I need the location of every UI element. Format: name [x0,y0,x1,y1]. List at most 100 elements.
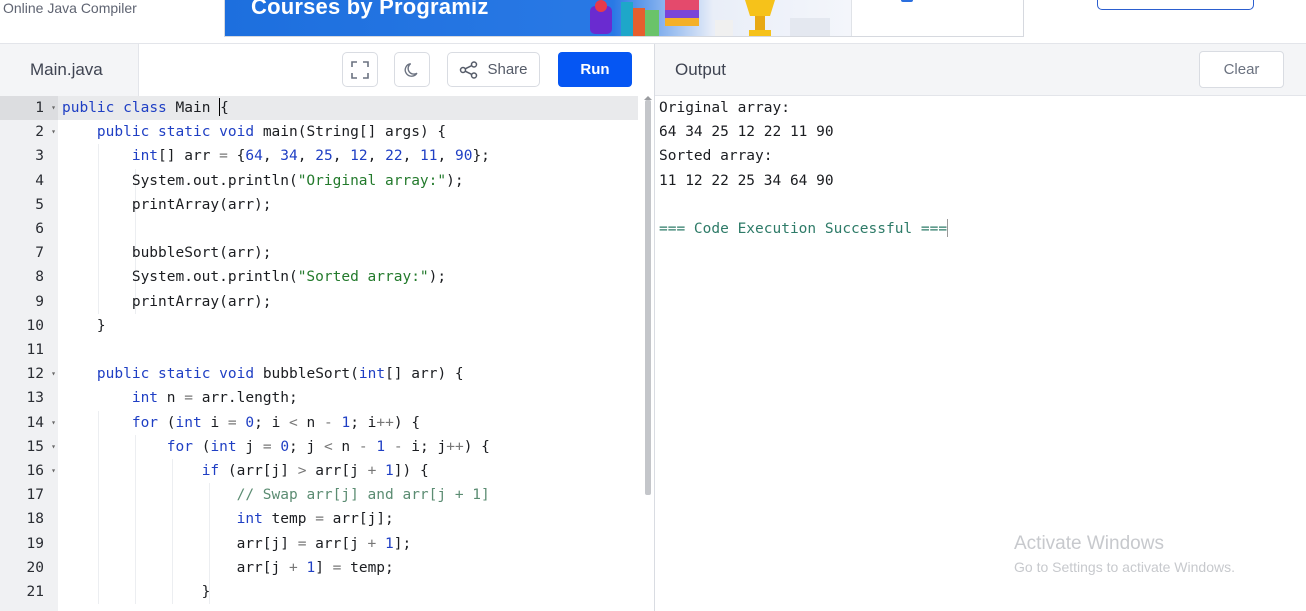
code-line[interactable]: 19 arr[j] = arr[j + 1]; [0,532,654,556]
text-cursor [219,98,221,116]
line-number: 8 [35,269,44,286]
code-line[interactable]: 14 ▾ for (int i = 0; i < n - 1; i++) { [0,411,654,435]
fold-arrow-icon[interactable]: ▾ [51,120,56,144]
ad-background: Courses by Programiz [225,0,851,36]
windows-watermark: Activate Windows Go to Settings to activ… [1014,533,1235,575]
code-text[interactable]: if (arr[j] > arr[j + 1]) { [58,459,638,483]
fold-arrow-icon[interactable]: ▾ [51,411,56,435]
code-text[interactable]: arr[j + 1] = temp; [58,556,638,580]
code-text[interactable]: int n = arr.length; [58,386,638,410]
line-number: 4 [35,172,44,189]
ad-indicator [901,0,913,2]
code-line[interactable]: 16 ▾ if (arr[j] > arr[j + 1]) { [0,459,654,483]
line-number: 20 [26,559,44,576]
code-text[interactable] [58,338,638,362]
code-line[interactable]: 8 System.out.println("Sorted array:"); [0,265,654,289]
line-number: 10 [26,317,44,334]
output-line: 11 12 22 25 34 64 90 [659,172,834,189]
code-line[interactable]: 13 int n = arr.length; [0,386,654,410]
watermark-subtitle: Go to Settings to activate Windows. [1014,559,1235,575]
file-tab[interactable]: Main.java [0,44,139,96]
fold-arrow-icon[interactable]: ▾ [51,459,56,483]
line-number: 15 ▾ [0,435,58,459]
line-number: 21 [26,584,44,600]
fold-arrow-icon[interactable]: ▾ [51,435,56,459]
code-text[interactable]: printArray(arr); [58,193,638,217]
toolbar: Main.java Share Run Output Clear [0,44,1306,96]
run-button[interactable]: Run [558,52,632,87]
watermark-title: Activate Windows [1014,533,1164,554]
code-line[interactable]: 5 printArray(arr); [0,193,654,217]
code-text[interactable]: printArray(arr); [58,290,638,314]
code-text[interactable]: } [58,314,638,338]
code-text[interactable]: // Swap arr[j] and arr[j + 1] [58,483,638,507]
code-line[interactable]: 6 [0,217,654,241]
code-line[interactable]: 4 System.out.println("Original array:"); [0,169,654,193]
share-icon [460,60,478,79]
code-line[interactable]: 15 ▾ for (int j = 0; j < n - 1 - i; j++) … [0,435,654,459]
share-button[interactable]: Share [447,52,540,87]
line-number: 1 ▾ [0,96,58,121]
output-line: Sorted array: [659,148,773,165]
code-editor[interactable]: 1 ▾ public class Main {2 ▾ public static vo… [0,96,654,611]
code-line[interactable]: 18 int temp = arr[j]; [0,507,654,531]
code-text[interactable]: public static void bubbleSort(int[] arr)… [58,362,638,386]
code-line[interactable]: 11 [0,338,654,362]
console-cursor [947,219,949,237]
code-line[interactable]: 20 arr[j + 1] = temp; [0,556,654,580]
code-text[interactable]: for (int i = 0; i < n - 1; i++) { [58,411,638,435]
site-title[interactable]: Online Java Compiler [3,0,137,16]
code-line[interactable]: 1 ▾ public class Main { [0,96,654,121]
header-button[interactable] [1097,0,1254,10]
theme-toggle-button[interactable] [394,52,430,87]
editor-scrollbar[interactable] [645,100,651,495]
line-number: 5 [35,196,44,213]
ad-banner[interactable]: Courses by Programiz [224,0,1024,37]
execution-status: === Code Execution Successful === [659,219,949,237]
top-banner: Online Java Compiler Courses by Programi… [0,0,1306,44]
code-line[interactable]: 21 } [0,580,654,604]
ad-text: Courses by Programiz [251,0,489,19]
code-line[interactable]: 10 } [0,314,654,338]
code-line[interactable]: 3 int[] arr = {64, 34, 25, 12, 22, 11, 9… [0,144,654,168]
code-line[interactable]: 12 ▾ public static void bubbleSort(int[] … [0,362,654,386]
code-text[interactable]: int temp = arr[j]; [58,507,638,531]
line-number: 7 [35,245,44,262]
fullscreen-button[interactable] [342,52,378,87]
line-number: 14 ▾ [0,411,58,435]
code-text[interactable]: public class Main { [58,96,638,121]
fullscreen-icon [351,60,369,79]
line-number: 3 [35,148,44,165]
code-line[interactable]: 17 // Swap arr[j] and arr[j + 1] [0,483,654,507]
code-text[interactable]: System.out.println("Original array:"); [58,169,638,193]
line-number: 18 [26,511,44,528]
clear-button[interactable]: Clear [1199,51,1284,88]
fold-arrow-icon[interactable]: ▾ [51,362,56,386]
code-line[interactable]: 7 bubbleSort(arr); [0,241,654,265]
code-line[interactable]: 2 ▾ public static void main(String[] args… [0,120,654,144]
code-text[interactable]: for (int j = 0; j < n - 1 - i; j++) { [58,435,638,459]
output-title: Output [675,60,727,79]
code-text[interactable]: bubbleSort(arr); [58,241,638,265]
ad-illustration-icon [590,0,830,36]
line-number: 13 [26,390,44,407]
moon-icon [404,62,418,77]
code-text[interactable] [58,217,638,241]
line-number: 6 [35,221,44,237]
line-number: 12 ▾ [0,362,58,386]
code-line[interactable]: 9 printArray(arr); [0,290,654,314]
line-number: 16 ▾ [0,459,58,483]
output-line: Original array: [659,100,790,116]
line-number: 11 [26,342,44,358]
output-line: 64 34 25 12 22 11 90 [659,124,834,141]
code-text[interactable]: public static void main(String[] args) { [58,120,638,144]
code-text[interactable]: int[] arr = {64, 34, 25, 12, 22, 11, 90}… [58,144,638,168]
code-text[interactable]: arr[j] = arr[j + 1]; [58,532,638,556]
fold-arrow-icon[interactable]: ▾ [51,96,56,120]
line-number: 2 ▾ [0,120,58,144]
line-number: 17 [26,487,44,504]
code-text[interactable]: System.out.println("Sorted array:"); [58,265,638,289]
share-label: Share [487,61,528,78]
line-number: 9 [35,293,44,310]
code-text[interactable]: } [58,580,638,604]
